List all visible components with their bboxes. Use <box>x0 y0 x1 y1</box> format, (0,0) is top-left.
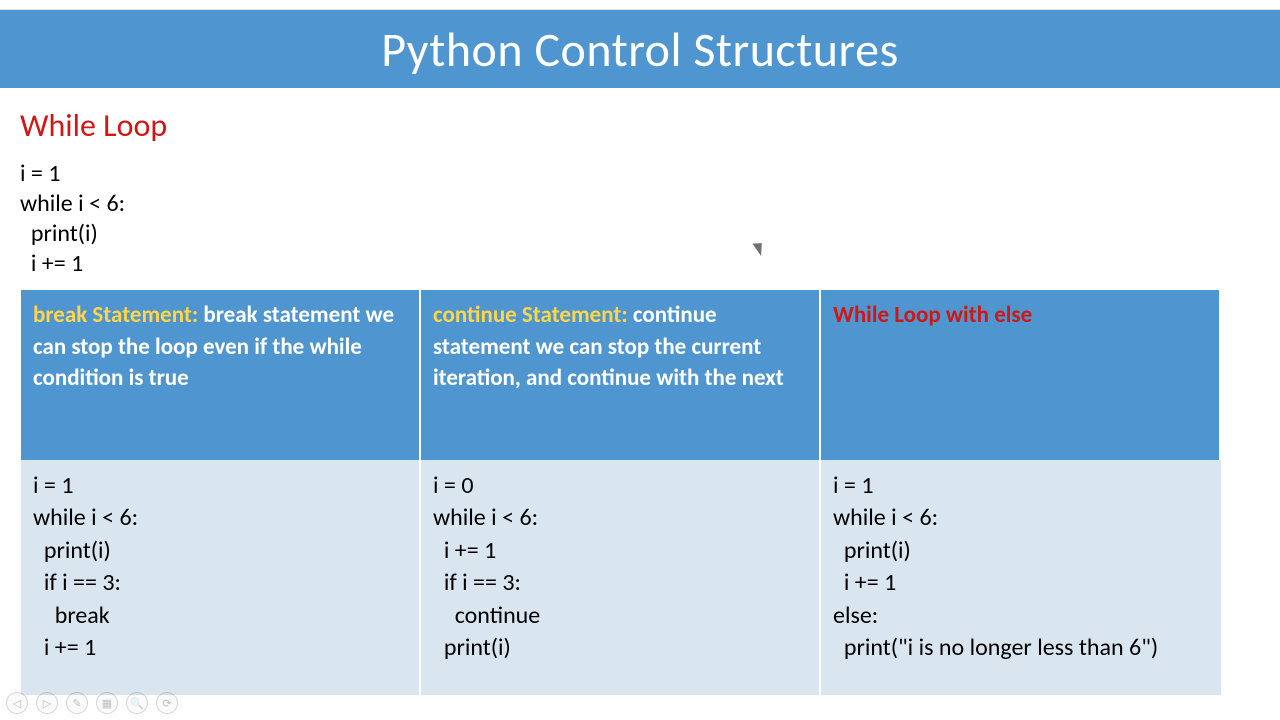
header-continue: continue Statement: continue statement w… <box>421 290 821 460</box>
section-heading: While Loop <box>20 106 1260 145</box>
more-button[interactable]: ⟳ <box>156 692 178 714</box>
content-area: While Loop i = 1 while i < 6: print(i) i… <box>0 88 1280 696</box>
title-band: Python Control Structures <box>0 10 1280 88</box>
intro-code: i = 1 while i < 6: print(i) i += 1 <box>20 159 1260 279</box>
code-else: i = 1 while i < 6: print(i) i += 1 else:… <box>821 460 1221 695</box>
slideshow-controls: ◁ ▷ ✎ ▦ 🔍 ⟳ <box>6 692 178 714</box>
header-key-else: While Loop with else <box>833 301 1032 329</box>
next-slide-button[interactable]: ▷ <box>36 692 58 714</box>
comparison-table: break Statement: break statement we can … <box>20 289 1225 696</box>
header-break: break Statement: break statement we can … <box>21 290 421 460</box>
zoom-button[interactable]: 🔍 <box>126 692 148 714</box>
code-continue: i = 0 while i < 6: i += 1 if i == 3: con… <box>421 460 821 695</box>
slide-page: Python Control Structures While Loop i =… <box>0 0 1280 720</box>
slide-title: Python Control Structures <box>381 20 899 79</box>
prev-slide-button[interactable]: ◁ <box>6 692 28 714</box>
code-break: i = 1 while i < 6: print(i) if i == 3: b… <box>21 460 421 695</box>
header-key-continue: continue Statement: <box>433 301 628 329</box>
pen-button[interactable]: ✎ <box>66 692 88 714</box>
header-else: While Loop with else <box>821 290 1221 460</box>
header-key-break: break Statement: <box>33 301 198 329</box>
top-gap <box>0 0 1280 10</box>
all-slides-button[interactable]: ▦ <box>96 692 118 714</box>
